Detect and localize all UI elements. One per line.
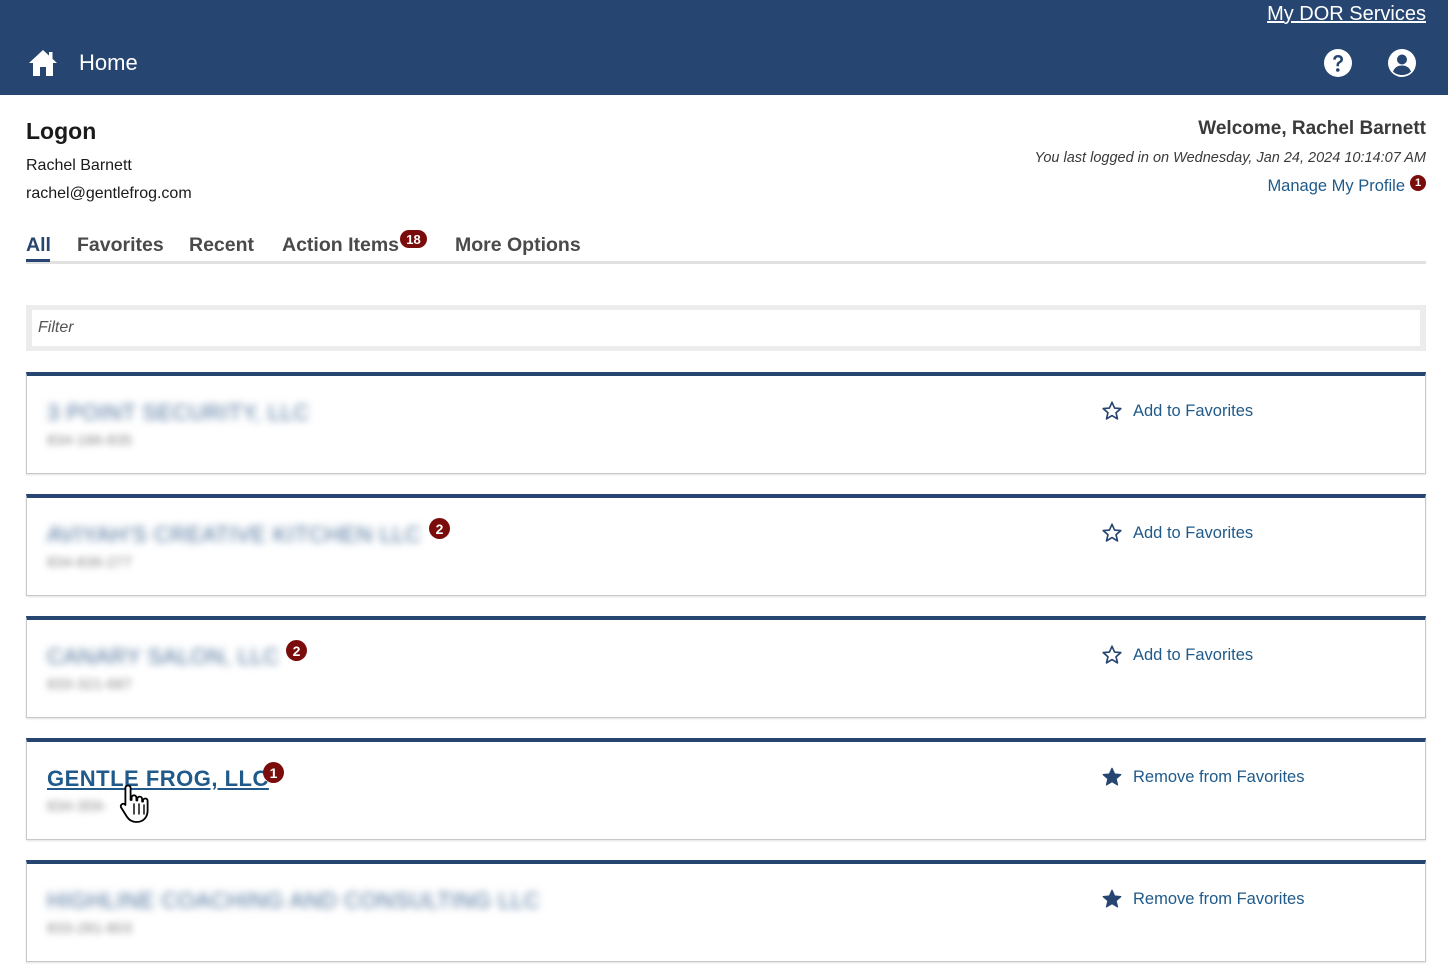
account-name-link[interactable]: GENTLE FROG, LLC bbox=[47, 766, 269, 792]
filter-container bbox=[26, 305, 1426, 351]
star-filled-icon bbox=[1102, 889, 1122, 908]
welcome-message: Welcome, Rachel Barnett bbox=[1198, 118, 1426, 139]
account-name-link[interactable]: CANARY SALON, LLC bbox=[47, 644, 280, 670]
account-tabs: All Favorites Recent Action Items 18 Mor… bbox=[26, 230, 1426, 266]
add-to-favorites-button[interactable]: Add to Favorites bbox=[1101, 644, 1253, 666]
tab-recent[interactable]: Recent bbox=[189, 234, 254, 257]
logon-user-name: Rachel Barnett bbox=[26, 157, 132, 174]
profile-notification-badge: 1 bbox=[1410, 175, 1426, 191]
favorite-label: Add to Favorites bbox=[1133, 645, 1254, 664]
add-to-favorites-button[interactable]: Add to Favorites bbox=[1101, 522, 1253, 544]
tab-more-options[interactable]: More Options bbox=[455, 234, 581, 257]
account-id: 833-321-687 bbox=[47, 676, 133, 693]
account-id: 834-359- bbox=[47, 798, 108, 815]
add-to-favorites-button[interactable]: Add to Favorites bbox=[1101, 400, 1253, 422]
tab-all[interactable]: All bbox=[26, 234, 51, 257]
star-outline-icon bbox=[1102, 401, 1122, 420]
account-name-link[interactable]: HIGHLINE COACHING AND CONSULTING LLC bbox=[47, 888, 540, 914]
favorite-label: Remove from Favorites bbox=[1133, 889, 1305, 908]
filter-input[interactable] bbox=[32, 310, 1420, 346]
home-link[interactable]: Home bbox=[79, 50, 138, 76]
account-notification-badge: 2 bbox=[429, 518, 450, 539]
top-navigation-bar: My DOR Services Home bbox=[0, 0, 1448, 95]
account-card: GENTLE FROG, LLC 1 834-359- Remove from … bbox=[26, 738, 1426, 840]
account-card: AVIYAH'S CREATIVE KITCHEN LLC 2 834-836-… bbox=[26, 494, 1426, 596]
account-card: 3 POINT SECURITY, LLC 834-186-835 Add to… bbox=[26, 372, 1426, 474]
favorite-label: Remove from Favorites bbox=[1133, 767, 1305, 786]
active-tab-indicator bbox=[26, 259, 50, 262]
logon-heading: Logon bbox=[26, 118, 97, 144]
account-id: 834-186-835 bbox=[47, 432, 133, 449]
user-account-icon[interactable] bbox=[1387, 48, 1417, 78]
star-outline-icon bbox=[1102, 523, 1122, 542]
star-filled-icon bbox=[1102, 767, 1122, 786]
remove-from-favorites-button[interactable]: Remove from Favorites bbox=[1101, 888, 1304, 910]
favorite-label: Add to Favorites bbox=[1133, 401, 1254, 420]
tab-action-items[interactable]: Action Items bbox=[282, 234, 399, 257]
remove-from-favorites-button[interactable]: Remove from Favorites bbox=[1101, 766, 1304, 788]
account-card: CANARY SALON, LLC 2 833-321-687 Add to F… bbox=[26, 616, 1426, 718]
help-icon[interactable] bbox=[1323, 48, 1353, 78]
action-items-count-badge: 18 bbox=[400, 230, 427, 248]
manage-my-profile-link[interactable]: Manage My Profile bbox=[1267, 177, 1405, 196]
favorite-label: Add to Favorites bbox=[1133, 523, 1254, 542]
account-notification-badge: 2 bbox=[286, 640, 307, 661]
last-login-text: You last logged in on Wednesday, Jan 24,… bbox=[1034, 150, 1426, 166]
home-icon[interactable] bbox=[27, 47, 59, 79]
account-id: 833-281-803 bbox=[47, 920, 133, 937]
account-name-link[interactable]: AVIYAH'S CREATIVE KITCHEN LLC bbox=[47, 522, 421, 548]
account-notification-badge: 1 bbox=[263, 762, 284, 783]
account-id: 834-836-277 bbox=[47, 554, 133, 571]
account-card: HIGHLINE COACHING AND CONSULTING LLC 833… bbox=[26, 860, 1426, 962]
logon-user-email: rachel@gentlefrog.com bbox=[26, 185, 192, 202]
star-outline-icon bbox=[1102, 645, 1122, 664]
account-name-link[interactable]: 3 POINT SECURITY, LLC bbox=[47, 400, 310, 426]
my-dor-services-link[interactable]: My DOR Services bbox=[1267, 3, 1426, 26]
tab-favorites[interactable]: Favorites bbox=[77, 234, 164, 257]
